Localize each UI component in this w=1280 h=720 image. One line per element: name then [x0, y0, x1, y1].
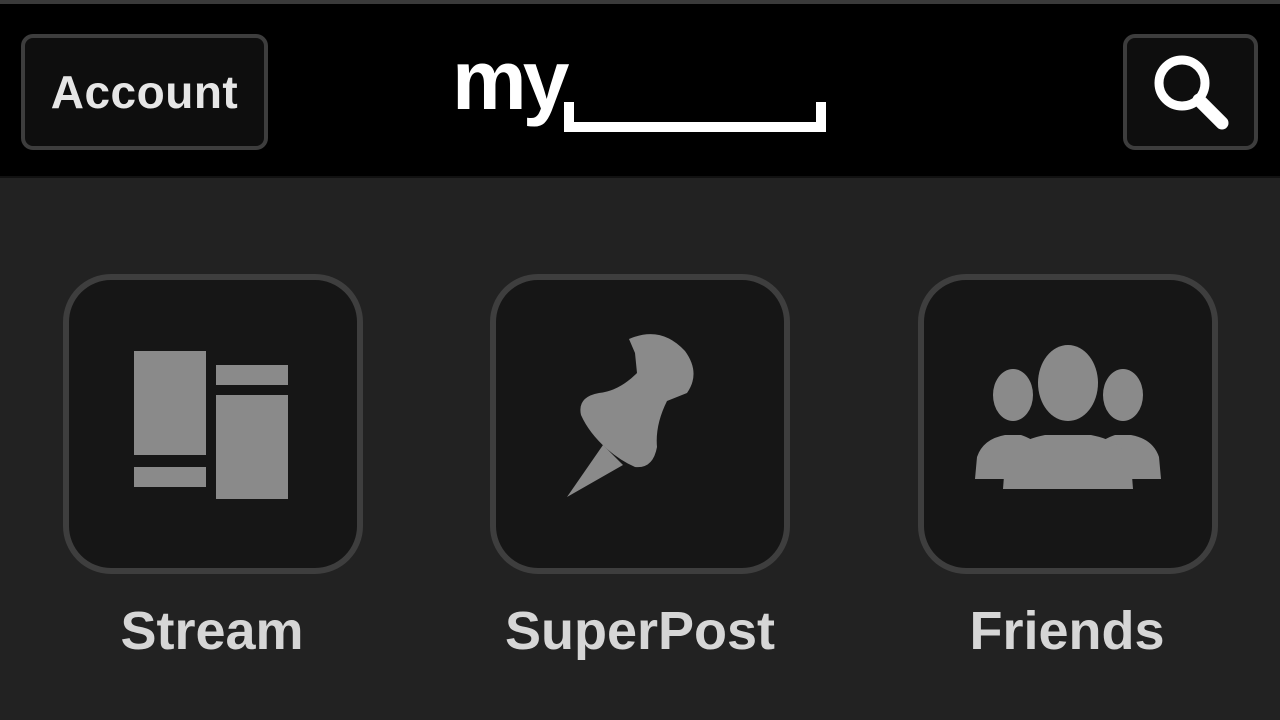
search-button[interactable] [1123, 34, 1258, 150]
superpost-tile[interactable] [490, 274, 790, 574]
search-icon [1154, 55, 1228, 130]
pushpin-icon [567, 334, 694, 497]
app-screen: Account my Stream SuperPost Friends [0, 0, 1280, 720]
logo-blank-bracket [564, 102, 826, 132]
superpost-label: SuperPost [504, 601, 776, 661]
top-bar: Account my [0, 0, 1280, 178]
friends-icon [975, 345, 1161, 489]
stream-label: Stream [120, 601, 304, 661]
app-logo: my [452, 33, 832, 140]
logo-text: my [452, 33, 569, 127]
stream-icon [134, 351, 288, 499]
friends-tile[interactable] [918, 274, 1218, 574]
account-button[interactable]: Account [21, 34, 268, 150]
stream-tile[interactable] [63, 274, 363, 574]
friends-label: Friends [969, 601, 1165, 661]
